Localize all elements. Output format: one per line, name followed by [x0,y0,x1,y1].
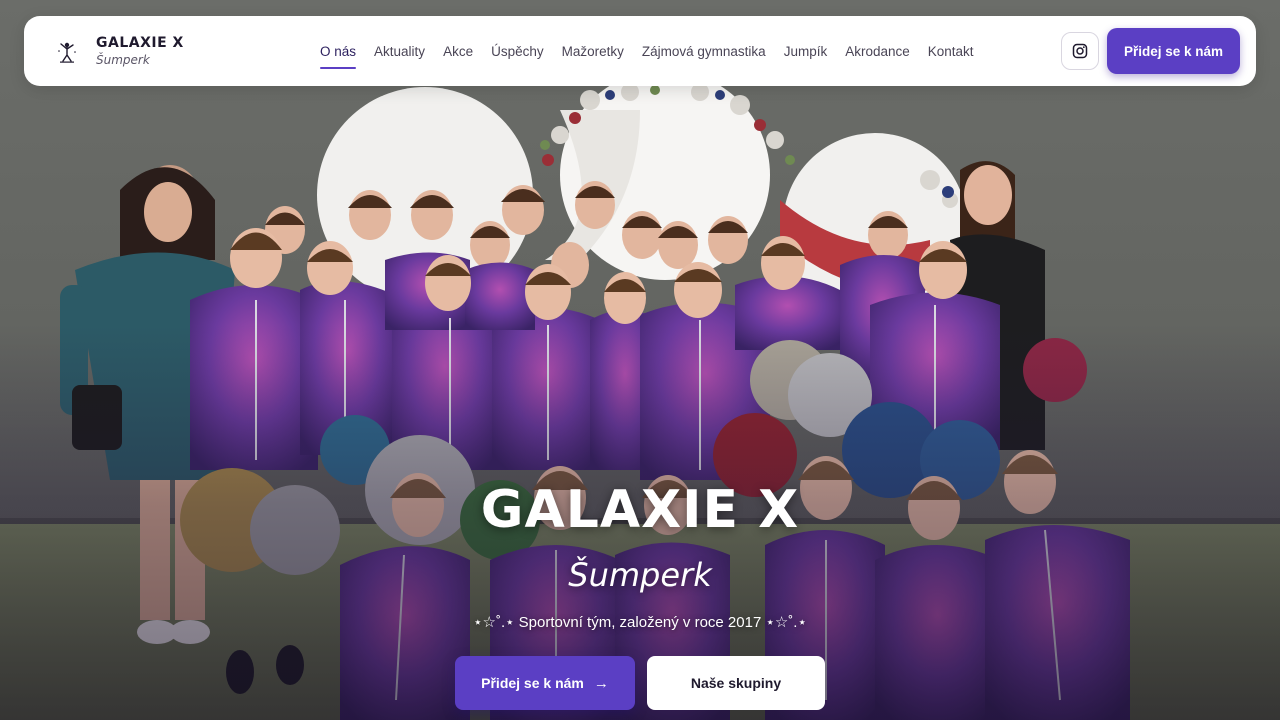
hero-city: Šumperk [568,556,712,594]
nav-item-mazoretky[interactable]: Mažoretky [562,16,624,86]
instagram-icon [1072,43,1088,59]
header-actions: Přidej se k nám [1060,28,1240,74]
instagram-button[interactable] [1060,32,1099,70]
join-us-button[interactable]: Přidej se k nám → [455,656,635,710]
hero-cta-row: Přidej se k nám → Naše skupiny [455,656,825,710]
nav-item-aktuality[interactable]: Aktuality [374,16,425,86]
our-groups-label: Naše skupiny [690,675,782,691]
hero-title: GALAXIE X [480,480,800,540]
nav-item-zajmova-gymnastika[interactable]: Zájmová gymnastika [642,16,766,86]
arrow-right-icon: → [593,674,609,692]
nav-item-kontakt[interactable]: Kontakt [928,16,974,86]
site-header: GALAXIE X Šumperk O nás Aktuality Akce Ú… [24,16,1256,86]
nav-item-akce[interactable]: Akce [443,16,473,86]
hero-subtitle: ⋆☆˚.⋆ Sportovní tým, založený v roce 201… [473,614,807,631]
our-groups-button[interactable]: Naše skupiny [647,656,825,710]
brand-city: Šumperk [96,53,150,67]
join-us-label: Přidej se k nám [481,675,584,691]
galaxie-logo-icon [58,42,76,63]
nav-item-o-nas[interactable]: O nás [320,16,357,86]
brand-text: GALAXIE X Šumperk [96,35,184,67]
nav-item-akrodance[interactable]: Akrodance [845,16,910,86]
brand[interactable]: GALAXIE X Šumperk [54,35,294,67]
brand-name: GALAXIE X [96,35,184,51]
header-join-button[interactable]: Přidej se k nám [1106,28,1240,74]
nav-item-uspechy[interactable]: Úspěchy [491,16,544,86]
main-nav: O nás Aktuality Akce Úspěchy Mažoretky Z… [320,16,992,86]
hero-section [0,0,1280,720]
hero-overlay [0,0,1280,720]
nav-item-jumpik[interactable]: Jumpík [784,16,828,86]
